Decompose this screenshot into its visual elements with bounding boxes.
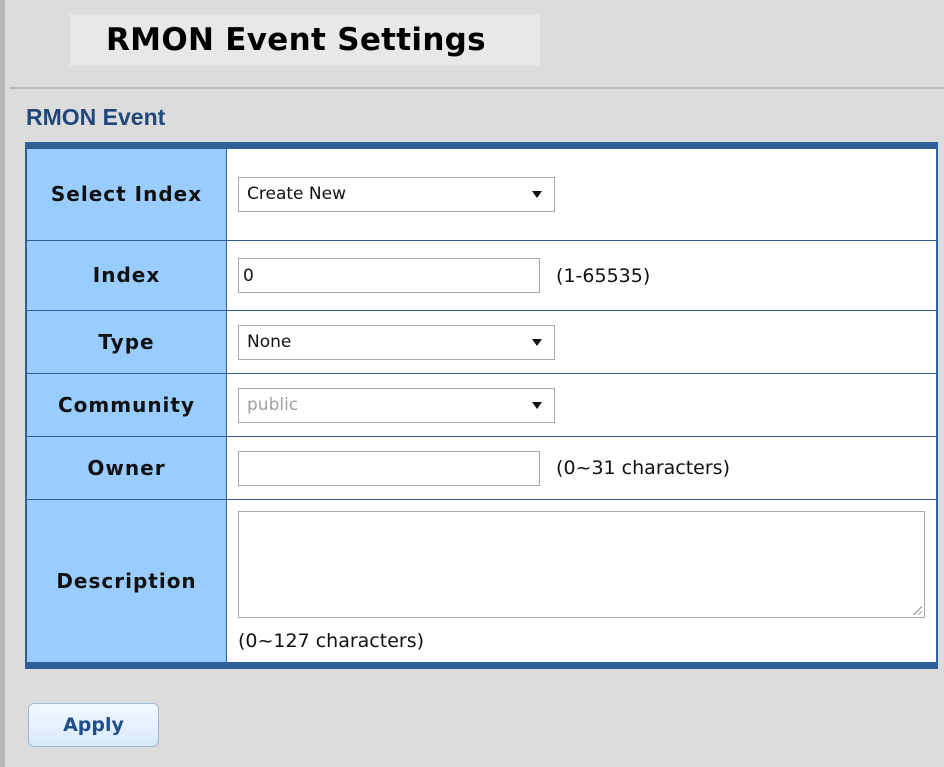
rmon-event-form: Select Index Create New Index (1-65535) … — [25, 142, 938, 669]
owner-label: Owner — [25, 436, 227, 500]
chevron-down-icon — [532, 191, 542, 198]
owner-hint: (0~31 characters) — [556, 457, 730, 479]
community-label: Community — [25, 373, 227, 437]
resize-grip-icon[interactable] — [912, 604, 922, 615]
form-row-select-index: Select Index Create New — [25, 145, 938, 241]
form-row-type: Type None — [25, 310, 938, 374]
index-cell: (1-65535) — [226, 240, 938, 311]
community-value: public — [247, 394, 299, 415]
form-row-community: Community public — [25, 373, 938, 437]
owner-input[interactable] — [238, 450, 540, 486]
select-index-dropdown[interactable]: Create New — [238, 177, 555, 212]
index-hint: (1-65535) — [556, 264, 651, 287]
frame-edge — [0, 0, 5, 767]
page-title-box: RMON Event Settings — [70, 14, 540, 66]
type-dropdown[interactable]: None — [238, 324, 555, 360]
form-row-description: Description (0~127 characters) — [25, 499, 938, 666]
select-index-value: Create New — [247, 184, 346, 204]
index-label: Index — [25, 240, 227, 311]
description-hint: (0~127 characters) — [238, 629, 425, 652]
type-label: Type — [25, 310, 227, 374]
type-value: None — [247, 331, 292, 352]
select-index-label: Select Index — [25, 145, 227, 241]
type-cell: None — [226, 310, 938, 374]
community-cell: public — [226, 373, 938, 437]
description-textarea[interactable] — [238, 510, 925, 618]
title-divider — [10, 87, 944, 89]
community-dropdown[interactable]: public — [238, 387, 555, 423]
form-row-owner: Owner (0~31 characters) — [25, 436, 938, 500]
page-title: RMON Event Settings — [106, 22, 486, 58]
index-input[interactable] — [238, 258, 540, 293]
select-index-cell: Create New — [226, 145, 938, 241]
chevron-down-icon — [532, 401, 542, 409]
form-row-index: Index (1-65535) — [25, 240, 938, 311]
section-title: RMON Event — [26, 104, 166, 130]
description-cell: (0~127 characters) — [226, 499, 938, 666]
chevron-down-icon — [532, 338, 542, 346]
apply-button[interactable]: Apply — [28, 703, 159, 747]
description-label: Description — [25, 499, 227, 666]
owner-cell: (0~31 characters) — [226, 436, 938, 500]
